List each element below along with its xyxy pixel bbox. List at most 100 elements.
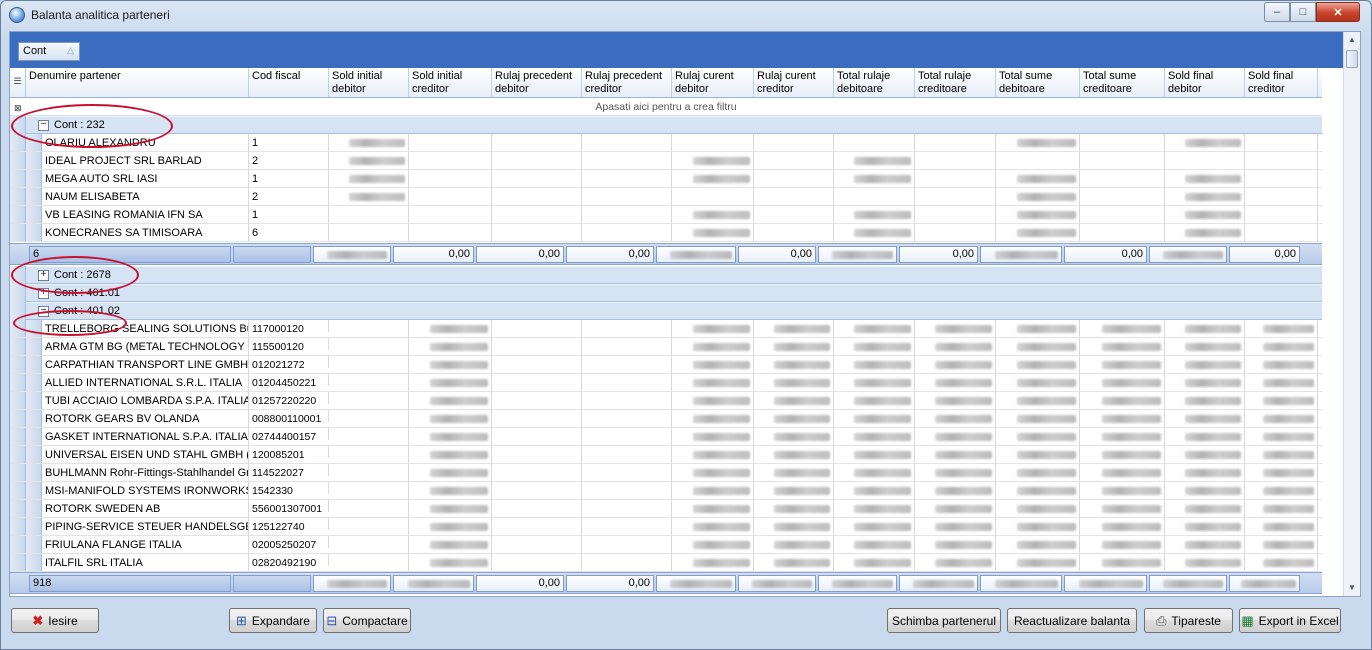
value-cell[interactable] <box>329 518 409 535</box>
value-cell[interactable] <box>1080 134 1165 151</box>
value-cell[interactable] <box>672 428 754 445</box>
cod-fiscal-cell[interactable]: 01257220220 <box>249 392 329 404</box>
value-cell[interactable] <box>409 206 492 223</box>
value-cell[interactable] <box>409 320 492 337</box>
value-cell[interactable] <box>492 446 582 463</box>
value-cell[interactable] <box>996 554 1080 571</box>
value-cell[interactable] <box>409 500 492 517</box>
partner-name-cell[interactable]: PIPING-SERVICE STEUER HANDELSGES <box>42 518 249 535</box>
export-excel-button[interactable]: ▦ Export in Excel <box>1239 608 1341 633</box>
value-cell[interactable] <box>1165 320 1245 337</box>
maximize-button[interactable]: □ <box>1290 2 1316 22</box>
value-cell[interactable] <box>582 428 672 445</box>
value-cell[interactable] <box>915 500 996 517</box>
value-cell[interactable] <box>754 374 834 391</box>
value-cell[interactable] <box>834 170 915 187</box>
value-cell[interactable] <box>996 500 1080 517</box>
value-cell[interactable] <box>834 188 915 205</box>
table-row[interactable]: PIPING-SERVICE STEUER HANDELSGES 12512274… <box>10 518 1322 536</box>
cod-fiscal-cell[interactable]: 117000120 <box>249 320 329 332</box>
value-cell[interactable] <box>582 338 672 355</box>
value-cell[interactable] <box>329 446 409 463</box>
value-cell[interactable] <box>834 206 915 223</box>
partner-name-cell[interactable]: ALLIED INTERNATIONAL S.R.L. ITALIA <box>42 374 249 391</box>
value-cell[interactable] <box>834 536 915 553</box>
value-cell[interactable] <box>996 374 1080 391</box>
collapse-icon[interactable]: − <box>38 120 49 131</box>
value-cell[interactable] <box>329 554 409 571</box>
value-cell[interactable] <box>409 224 492 241</box>
table-row[interactable]: OLARIU ALEXANDRU 1 <box>10 134 1322 152</box>
table-row[interactable]: ARMA GTM BG (METAL TECHNOLOGY (115500120 <box>10 338 1322 356</box>
column-header[interactable]: Sold initial creditor <box>409 68 492 97</box>
value-cell[interactable] <box>1165 170 1245 187</box>
table-row[interactable]: TRELLEBORG SEALING SOLUTIONS Bul 11700012… <box>10 320 1322 338</box>
value-cell[interactable] <box>1165 152 1245 169</box>
value-cell[interactable] <box>492 482 582 499</box>
vertical-scrollbar[interactable]: ▲ ▼ <box>1343 32 1360 596</box>
value-cell[interactable] <box>996 428 1080 445</box>
value-cell[interactable] <box>492 152 582 169</box>
partner-name-cell[interactable]: ROTORK SWEDEN AB <box>42 500 249 517</box>
value-cell[interactable] <box>492 500 582 517</box>
value-cell[interactable] <box>1080 320 1165 337</box>
value-cell[interactable] <box>1245 224 1318 241</box>
group-row[interactable]: + Cont : 2678 <box>10 266 1322 284</box>
expand-icon[interactable]: + <box>38 288 49 299</box>
partner-name-cell[interactable]: MSI-MANIFOLD SYSTEMS IRONWORKS <box>42 482 249 499</box>
value-cell[interactable] <box>754 392 834 409</box>
value-cell[interactable] <box>329 134 409 151</box>
value-cell[interactable] <box>1245 320 1318 337</box>
column-header[interactable]: Sold initial debitor <box>329 68 409 97</box>
value-cell[interactable] <box>582 482 672 499</box>
column-header[interactable]: Total sume creditoare <box>1080 68 1165 97</box>
value-cell[interactable] <box>409 338 492 355</box>
value-cell[interactable] <box>754 152 834 169</box>
value-cell[interactable] <box>834 224 915 241</box>
minimize-button[interactable]: ‒ <box>1264 2 1290 22</box>
partner-name-cell[interactable]: FRIULANA FLANGE ITALIA <box>42 536 249 553</box>
value-cell[interactable] <box>409 518 492 535</box>
value-cell[interactable] <box>1165 374 1245 391</box>
value-cell[interactable] <box>915 446 996 463</box>
value-cell[interactable] <box>329 206 409 223</box>
value-cell[interactable] <box>492 392 582 409</box>
table-row[interactable]: UNIVERSAL EISEN UND STAHL GMBH (12008520… <box>10 446 1322 464</box>
value-cell[interactable] <box>582 410 672 427</box>
value-cell[interactable] <box>1165 482 1245 499</box>
value-cell[interactable] <box>754 188 834 205</box>
partner-name-cell[interactable]: OLARIU ALEXANDRU <box>42 134 249 151</box>
table-row[interactable]: VB LEASING ROMANIA IFN SA 1 <box>10 206 1322 224</box>
partner-name-cell[interactable]: TUBI ACCIAIO LOMBARDA S.P.A. ITALIA <box>42 392 249 409</box>
value-cell[interactable] <box>834 428 915 445</box>
cod-fiscal-cell[interactable]: 1 <box>249 206 329 223</box>
iesire-button[interactable]: ✖ Iesire <box>11 608 99 633</box>
value-cell[interactable] <box>1165 134 1245 151</box>
column-header[interactable]: Sold final creditor <box>1245 68 1318 97</box>
value-cell[interactable] <box>409 446 492 463</box>
value-cell[interactable] <box>996 410 1080 427</box>
value-cell[interactable] <box>754 224 834 241</box>
value-cell[interactable] <box>754 554 834 571</box>
value-cell[interactable] <box>582 206 672 223</box>
value-cell[interactable] <box>672 320 754 337</box>
value-cell[interactable] <box>996 464 1080 481</box>
value-cell[interactable] <box>915 374 996 391</box>
value-cell[interactable] <box>582 392 672 409</box>
value-cell[interactable] <box>1245 518 1318 535</box>
value-cell[interactable] <box>672 152 754 169</box>
value-cell[interactable] <box>1165 464 1245 481</box>
value-cell[interactable] <box>754 500 834 517</box>
cod-fiscal-cell[interactable]: 012021272 <box>249 356 329 368</box>
scroll-thumb[interactable] <box>1346 50 1358 68</box>
value-cell[interactable] <box>754 482 834 499</box>
value-cell[interactable] <box>915 518 996 535</box>
cod-fiscal-cell[interactable]: 120085201 <box>249 446 329 458</box>
column-header[interactable]: Rulaj curent debitor <box>672 68 754 97</box>
schimba-partenerul-button[interactable]: Schimba partenerul <box>887 608 1001 633</box>
value-cell[interactable] <box>1165 392 1245 409</box>
value-cell[interactable] <box>329 224 409 241</box>
value-cell[interactable] <box>996 356 1080 373</box>
cod-fiscal-cell[interactable]: 1542330 <box>249 482 329 494</box>
partner-name-cell[interactable]: IDEAL PROJECT SRL BARLAD <box>42 152 249 169</box>
